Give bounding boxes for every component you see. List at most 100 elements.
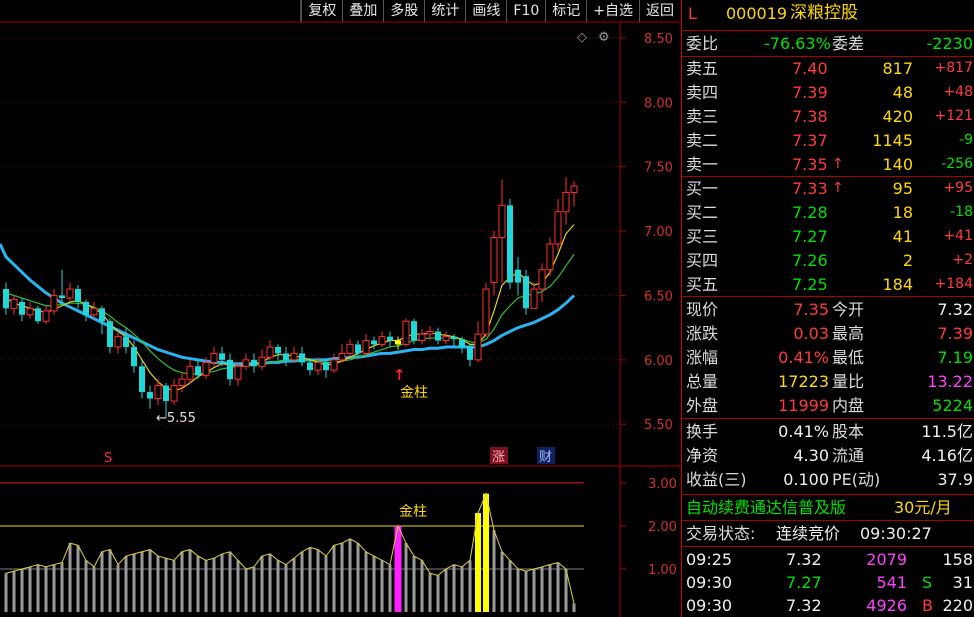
quote-label: 今开	[832, 300, 865, 319]
buys-row[interactable]: 买二 7.28 18 -18	[682, 201, 974, 224]
quote-value: 0.41%	[778, 348, 829, 367]
indicator-bar	[332, 545, 336, 612]
trade-status-label: 交易状态:	[686, 524, 756, 543]
ad-text[interactable]: 自动续费通达信普及版	[686, 496, 846, 519]
ind-tick-label: 2.00	[648, 520, 677, 535]
ad-price[interactable]: 30元/月	[894, 496, 952, 519]
indicator-bar	[556, 562, 560, 612]
indicator-bar	[444, 568, 448, 612]
fundamental-value: 4.30	[793, 446, 829, 465]
indicator-bar	[284, 564, 288, 612]
fundamental-label: 净资	[686, 446, 719, 465]
toolbar-button-3[interactable]: 统计	[424, 0, 465, 22]
candle-body	[323, 362, 329, 371]
candle-body	[459, 339, 465, 347]
price-tick-label: 5.50	[644, 418, 673, 433]
indicator-bar	[164, 558, 168, 612]
candle-body	[258, 356, 266, 367]
toolbar-button-6[interactable]: 标记	[545, 0, 586, 22]
quote-value: 13.22	[927, 372, 973, 391]
quote-row: 外盘 11999 内盘 5224	[682, 394, 974, 417]
toolbar-button-7[interactable]: +自选	[586, 0, 639, 22]
candle-body	[330, 359, 338, 371]
kline-chart-svg[interactable]: 8.508.007.507.006.506.005.50◇ ⚙←5.55↑金柱S 涨…	[0, 0, 680, 617]
sells-row[interactable]: 卖二 7.37 1145 -9	[682, 129, 974, 152]
indicator-bar	[468, 560, 472, 612]
candle-body	[490, 237, 498, 284]
buys-row[interactable]: 买一 7.33 ↑ 95 +95	[682, 177, 974, 200]
indicator-bar	[140, 551, 144, 612]
sells-change: +48	[943, 84, 973, 100]
price-tick-label: 6.00	[644, 354, 673, 369]
candle-body	[90, 307, 98, 316]
quote-value: 5224	[932, 396, 973, 415]
buys-row[interactable]: 买五 7.25 184 +184	[682, 273, 974, 296]
indicator-bar	[356, 543, 360, 612]
indicator-bar	[220, 553, 224, 612]
candle-body	[346, 343, 354, 354]
buys-row[interactable]: 买四 7.26 2 +2	[682, 249, 974, 272]
quote-row: 总量 17223 量比 13.22	[682, 370, 974, 393]
buys-change: -18	[950, 204, 973, 220]
indicator-bar	[492, 530, 496, 612]
tick-price: 7.32	[786, 550, 822, 569]
fundamental-row: 收益(三) 0.100 PE(动) 37.9	[682, 468, 974, 491]
candle-body	[219, 353, 225, 360]
candle-body	[10, 298, 18, 309]
buys-volume: 41	[892, 227, 913, 246]
indicator-bar	[116, 564, 120, 612]
toolbar-button-1[interactable]: 叠加	[342, 0, 383, 22]
buys-row[interactable]: 买三 7.27 41 +41	[682, 225, 974, 248]
gold-bar-label-indicator: 金柱	[399, 504, 427, 520]
buys-volume: 95	[892, 179, 913, 198]
candle-body	[338, 352, 346, 361]
indicator-bar	[388, 564, 392, 612]
price-tick-label: 7.00	[644, 225, 673, 240]
indicator-bar	[483, 493, 489, 612]
toolbar-button-8[interactable]: 返回	[639, 0, 680, 22]
toolbar-button-4[interactable]: 画线	[465, 0, 506, 22]
fundamental-value: 0.41%	[778, 422, 829, 441]
quote-label: 最高	[832, 324, 865, 343]
candle-body	[3, 289, 9, 309]
candle-body	[163, 385, 169, 402]
toolbar-button-0[interactable]: 复权	[301, 0, 342, 22]
kline-chart-area[interactable]: 8.50 8.00 7.50 7.00 6.50 6.00 5.50 ◇ ⚙ ←5.55 ↑ 金柱 S 涨…	[0, 0, 680, 617]
sells-row[interactable]: 卖四 7.39 48 +48	[682, 81, 974, 104]
candle-body	[402, 320, 410, 345]
candle-body	[195, 366, 201, 376]
buys-price: 7.26	[792, 251, 828, 270]
candle-body	[210, 352, 218, 363]
candle-body	[554, 211, 562, 245]
sells-row[interactable]: 卖五 7.40 817 +817	[682, 57, 974, 80]
indicator-bar	[132, 553, 136, 612]
trade-status-row: 交易状态: 连续竞价 09:30:27	[682, 522, 974, 545]
sells-price: 7.38	[792, 107, 828, 126]
tick-price: 7.27	[786, 573, 822, 592]
sells-row[interactable]: 卖一 7.35 ↑ 140 -256	[682, 153, 974, 176]
candle-body	[467, 346, 473, 360]
candle-body	[418, 333, 426, 342]
indicator-bar	[348, 538, 352, 612]
indicator-bar	[108, 549, 112, 612]
indicator-bar	[300, 551, 304, 612]
toolbar-button-5[interactable]: F10	[506, 0, 545, 22]
candle-body	[387, 336, 393, 341]
toolbar-button-2[interactable]: 多股	[383, 0, 424, 22]
indicator-bar	[508, 560, 512, 612]
indicator-bar	[260, 556, 264, 612]
candle-body	[83, 301, 89, 315]
tick-time: 09:30	[686, 596, 733, 615]
tick-volume: 4926	[866, 596, 907, 615]
quote-value: 0.03	[793, 324, 829, 343]
sells-row[interactable]: 卖三 7.38 420 +121	[682, 105, 974, 128]
ad-banner[interactable]: 自动续费通达信普及版 30元/月	[682, 496, 974, 519]
candle-body	[234, 365, 242, 380]
buys-volume: 184	[882, 275, 913, 294]
indicator-bar	[372, 556, 376, 612]
indicator-bar	[172, 560, 176, 612]
weicha-value: -2230	[926, 34, 974, 53]
up-arrow-icon: ↑	[393, 366, 406, 384]
candle-body	[562, 191, 570, 213]
indicator-bar	[452, 564, 456, 612]
